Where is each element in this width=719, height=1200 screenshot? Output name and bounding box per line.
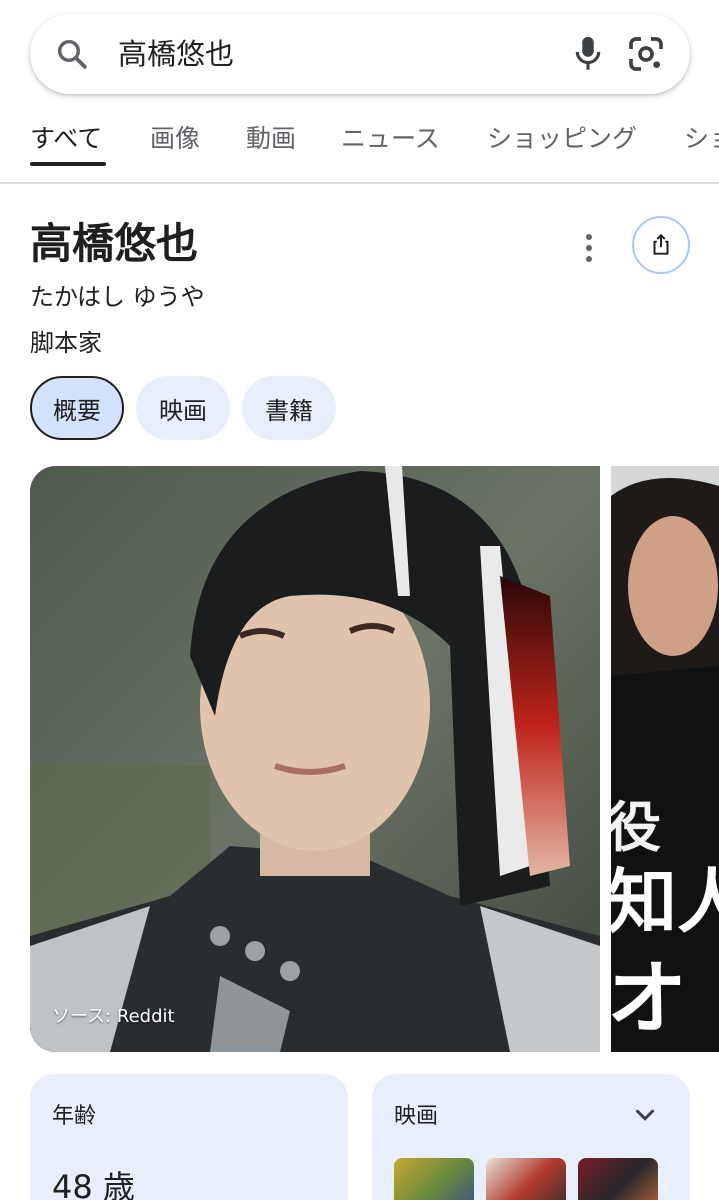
chip-movies[interactable]: 映画 <box>136 376 230 440</box>
chevron-down-icon[interactable] <box>630 1100 660 1130</box>
main-photo[interactable] <box>30 466 600 1052</box>
search-icon <box>57 39 87 69</box>
person-photo-2: 役 知人 オ <box>611 466 719 1052</box>
tab-shopping[interactable]: ショッピング <box>487 122 637 156</box>
movie-thumbnail[interactable] <box>394 1158 474 1200</box>
search-query-text[interactable]: 高橋悠也 <box>118 36 234 72</box>
age-value: 48 歳 <box>52 1168 135 1200</box>
age-card[interactable]: 年齢 48 歳 <box>30 1074 348 1200</box>
search-bar[interactable]: 高橋悠也 <box>30 14 690 94</box>
more-options-button[interactable] <box>572 228 606 268</box>
share-icon <box>653 233 669 255</box>
svg-text:役: 役 <box>611 796 661 859</box>
person-photo <box>30 466 600 1052</box>
svg-text:知人: 知人 <box>611 861 719 943</box>
share-button[interactable] <box>632 216 690 274</box>
active-tab-indicator <box>30 162 106 166</box>
tab-more[interactable]: ショ <box>684 122 719 156</box>
panel-subtitle: 脚本家 <box>30 329 102 357</box>
panel-reading: たかはし ゆうや <box>30 283 205 311</box>
panel-title: 高橋悠也 <box>30 219 199 268</box>
more-vert-icon <box>586 234 592 240</box>
chip-overview[interactable]: 概要 <box>30 376 124 440</box>
second-photo[interactable]: 役 知人 オ <box>611 466 719 1052</box>
tab-images[interactable]: 画像 <box>150 122 200 156</box>
chip-books[interactable]: 書籍 <box>242 376 336 440</box>
google-lens-icon[interactable] <box>626 34 666 74</box>
tab-all[interactable]: すべて <box>30 122 102 156</box>
microphone-icon[interactable] <box>570 34 606 74</box>
tab-news[interactable]: ニュース <box>341 122 440 156</box>
image-source-label: ソース: Reddit <box>52 1006 175 1027</box>
search-tabs: すべて 画像 動画 ニュース ショッピング ショ <box>0 110 719 184</box>
movie-thumbnail[interactable] <box>486 1158 566 1200</box>
svg-text:オ: オ <box>611 952 687 1045</box>
movies-card[interactable]: 映画 <box>372 1074 690 1200</box>
age-label: 年齢 <box>52 1104 97 1129</box>
movies-label: 映画 <box>394 1104 439 1129</box>
movie-thumbnail[interactable] <box>578 1158 658 1200</box>
tab-videos[interactable]: 動画 <box>246 122 296 156</box>
